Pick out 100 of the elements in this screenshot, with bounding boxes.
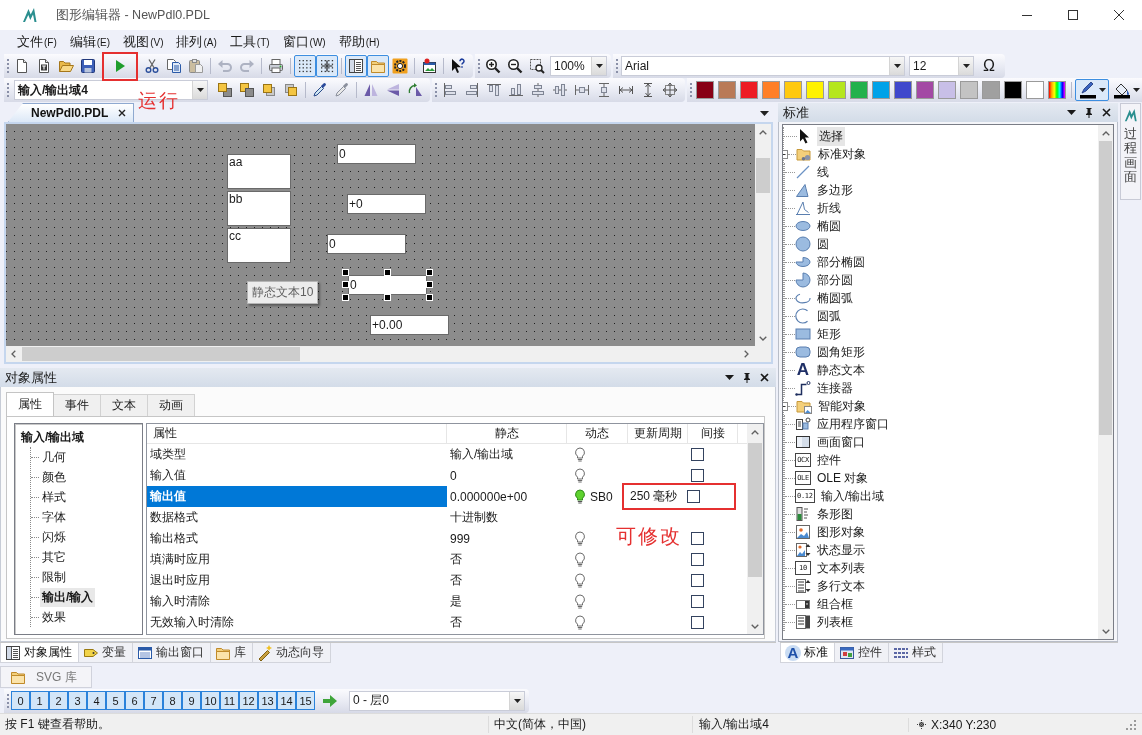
close-icon[interactable] — [118, 109, 127, 117]
resize-handle[interactable] — [342, 281, 349, 288]
layer-dropdown[interactable]: 0 - 层0 — [349, 690, 525, 711]
tree-item[interactable]: 静态文本 — [815, 360, 867, 380]
tab[interactable]: 属性 — [6, 392, 54, 416]
tree-item[interactable]: 输出/输入 — [40, 587, 96, 607]
column-header[interactable]: 属性 — [147, 424, 447, 443]
layer-button[interactable]: 14 — [277, 691, 296, 710]
symbol-button[interactable]: Ω — [977, 55, 1001, 77]
tab[interactable]: 事件 — [53, 394, 101, 416]
caret-icon[interactable] — [725, 375, 734, 380]
layer-button[interactable]: 2 — [49, 691, 68, 710]
chevron-up-icon[interactable] — [759, 130, 767, 135]
checkbox[interactable] — [691, 469, 704, 482]
tree-item[interactable]: 线 — [815, 162, 831, 182]
chevron-left-icon[interactable] — [11, 350, 16, 358]
table-cell[interactable]: 数据格式 — [147, 507, 447, 528]
io-field[interactable]: +0.00 — [370, 315, 449, 335]
menu-item[interactable]: 视图(V) — [117, 32, 170, 52]
tree-item[interactable]: 折线 — [815, 198, 843, 218]
chevron-up-icon[interactable] — [751, 430, 759, 435]
checkbox[interactable] — [691, 553, 704, 566]
table-cell[interactable]: 输出格式 — [147, 528, 447, 549]
resize-handle[interactable] — [426, 269, 433, 276]
column-header[interactable]: 动态 — [567, 424, 628, 443]
color-swatch-icon[interactable] — [982, 81, 1000, 99]
tree-item[interactable]: 圆 — [815, 234, 831, 254]
tree-item[interactable]: 圆弧 — [815, 306, 843, 326]
tree-item[interactable]: 控件 — [815, 450, 843, 470]
layer-button[interactable]: 4 — [87, 691, 106, 710]
color-swatch-icon[interactable] — [1004, 81, 1022, 99]
color-swatch-icon[interactable] — [916, 81, 934, 99]
color-swatch-icon[interactable] — [762, 81, 780, 99]
close-icon[interactable] — [760, 373, 769, 382]
table-cell[interactable]: 退出时应用 — [147, 570, 447, 591]
table-cell[interactable]: 输入值 — [147, 465, 447, 486]
tree-item[interactable]: 选择 — [817, 126, 845, 146]
tree-item[interactable]: 输入/输出域 — [818, 486, 886, 506]
checkbox[interactable] — [691, 595, 704, 608]
tab[interactable]: 文本 — [100, 394, 148, 416]
color-swatch-icon[interactable] — [850, 81, 868, 99]
io-field[interactable]: 0 — [327, 234, 406, 254]
tree-item[interactable]: 字体 — [40, 507, 68, 527]
scrollbar-thumb[interactable] — [748, 443, 762, 577]
layer-button[interactable]: 0 — [11, 691, 30, 710]
tree-item[interactable]: 样式 — [40, 487, 68, 507]
tree-item[interactable]: 输入/输出域 — [20, 427, 137, 447]
color-swatch-icon[interactable] — [828, 81, 846, 99]
rainbow-swatch-icon[interactable] — [1048, 81, 1066, 99]
table-cell[interactable]: 输入时清除 — [147, 591, 447, 612]
tree-item[interactable]: 圆角矩形 — [815, 342, 867, 362]
column-header[interactable]: 间接 — [688, 424, 738, 443]
line-color-button[interactable] — [1075, 79, 1109, 101]
checkbox[interactable] — [691, 574, 704, 587]
resize-handle[interactable] — [342, 294, 349, 301]
tab[interactable]: 控件 — [834, 643, 889, 663]
color-swatch-icon[interactable] — [740, 81, 758, 99]
menu-item[interactable]: 编辑(E) — [63, 32, 117, 52]
checkbox[interactable] — [691, 616, 704, 629]
layer-button[interactable]: 5 — [106, 691, 125, 710]
menu-item[interactable]: 工具(T) — [223, 32, 276, 52]
grid-button[interactable] — [294, 55, 316, 77]
color-swatch-icon[interactable] — [938, 81, 956, 99]
chevron-down-icon[interactable] — [1101, 629, 1110, 634]
chevron-down-icon[interactable] — [751, 624, 759, 629]
tab[interactable]: 库 — [210, 643, 253, 663]
layer-button[interactable]: 13 — [258, 691, 277, 710]
color-swatch-icon[interactable] — [806, 81, 824, 99]
properties-view-button[interactable] — [345, 55, 367, 77]
column-header[interactable]: 更新周期 — [628, 424, 688, 443]
io-field[interactable]: 0 — [348, 275, 427, 295]
color-swatch-icon[interactable] — [872, 81, 890, 99]
text-box[interactable]: bb — [227, 191, 291, 226]
resize-handle[interactable] — [342, 269, 349, 276]
table-cell[interactable]: 输出值 — [147, 486, 447, 507]
scrollbar-thumb[interactable] — [1099, 141, 1112, 435]
layer-button[interactable]: 10 — [201, 691, 220, 710]
menu-item[interactable]: 帮助(H) — [332, 32, 386, 52]
color-swatch-icon[interactable] — [1026, 81, 1044, 99]
zoom-dropdown[interactable]: 100% — [550, 56, 607, 76]
vertical-scrollbar[interactable] — [747, 424, 763, 634]
chevron-down-icon[interactable] — [759, 336, 767, 341]
layer-button[interactable]: 6 — [125, 691, 144, 710]
tree-item[interactable]: 标准对象 — [816, 144, 868, 164]
tree-item[interactable]: 组合框 — [815, 594, 855, 614]
text-box[interactable]: aa — [227, 154, 291, 189]
resize-handle[interactable] — [426, 281, 433, 288]
tree-item[interactable]: 列表框 — [815, 612, 855, 632]
document-tab[interactable]: NewPdl0.PDL — [8, 103, 135, 122]
chevron-right-icon[interactable] — [744, 350, 749, 358]
tree-item[interactable]: 连接器 — [815, 378, 855, 398]
resize-handle[interactable] — [384, 269, 391, 276]
chevron-up-icon[interactable] — [1101, 131, 1110, 136]
io-field[interactable]: +0 — [347, 194, 426, 214]
tree-item[interactable]: 部分椭圆 — [815, 252, 867, 272]
layer-button[interactable]: 12 — [239, 691, 258, 710]
column-header[interactable]: 静态 — [447, 424, 567, 443]
snap-button[interactable] — [316, 55, 338, 77]
tree-item[interactable]: 文本列表 — [815, 558, 867, 578]
tab[interactable]: 动态向导 — [252, 643, 331, 663]
